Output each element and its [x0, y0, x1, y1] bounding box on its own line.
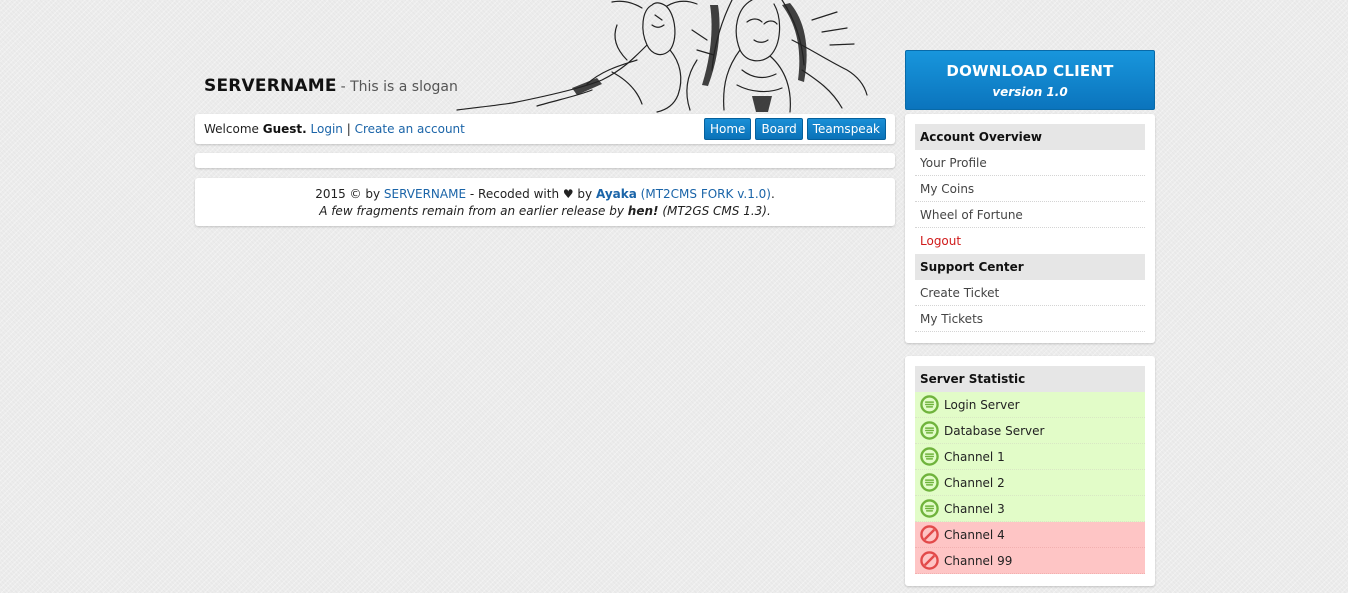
menu-logout[interactable]: Logout	[915, 228, 1145, 254]
server-statistic-heading: Server Statistic	[915, 366, 1145, 392]
author-link[interactable]: Ayaka (MT2CMS FORK v.1.0)	[596, 187, 771, 201]
menu-my-tickets[interactable]: My Tickets	[915, 306, 1145, 332]
fork-label: (MT2CMS FORK v.1.0)	[640, 187, 771, 201]
footer-line-2: A few fragments remain from an earlier r…	[195, 203, 895, 220]
online-status-icon	[920, 421, 939, 440]
header-artwork	[456, 0, 868, 113]
board-button[interactable]: Board	[755, 118, 803, 140]
footer-line-1: 2015 © by SERVERNAME - Recoded with ♥ by…	[195, 186, 895, 203]
fragments-author: hen!	[627, 204, 659, 218]
recoded-text: - Recoded with ♥ by	[469, 187, 593, 201]
menu-my-coins[interactable]: My Coins	[915, 176, 1145, 202]
online-status-icon	[920, 395, 939, 414]
server-status-row: Login Server	[915, 392, 1145, 418]
footer: 2015 © by SERVERNAME - Recoded with ♥ by…	[195, 178, 895, 226]
server-name: Channel 2	[944, 475, 1005, 490]
server-name: Channel 1	[944, 449, 1005, 464]
content-panel	[195, 153, 895, 168]
menu-your-profile[interactable]: Your Profile	[915, 150, 1145, 176]
site-slogan: - This is a slogan	[340, 79, 458, 95]
author-name: Ayaka	[595, 187, 637, 201]
download-version: version 1.0	[992, 85, 1068, 99]
end-period: .	[770, 187, 775, 201]
create-account-link[interactable]: Create an account	[355, 122, 465, 136]
server-name: Channel 3	[944, 501, 1005, 516]
separator: |	[346, 122, 351, 136]
server-list: Login Server Database Server Channel 1 Chan…	[915, 392, 1145, 574]
site-title: SERVERNAME - This is a slogan	[204, 76, 458, 96]
online-status-icon	[920, 447, 939, 466]
server-name: Channel 4	[944, 527, 1005, 542]
account-panel: Account Overview Your Profile My Coins W…	[905, 114, 1155, 343]
server-name: Database Server	[944, 423, 1045, 438]
home-button[interactable]: Home	[704, 118, 752, 140]
download-client-button[interactable]: DOWNLOAD CLIENT version 1.0	[905, 50, 1155, 110]
online-status-icon	[920, 499, 939, 518]
nav-buttons: Home Board Teamspeak	[704, 118, 886, 140]
server-status-row: Channel 3	[915, 496, 1145, 522]
teamspeak-button[interactable]: Teamspeak	[806, 118, 886, 140]
server-stats-panel: Server Statistic Login Server Database Se…	[905, 356, 1155, 586]
guest-label: Guest.	[262, 122, 307, 136]
menu-wheel-of-fortune[interactable]: Wheel of Fortune	[915, 202, 1145, 228]
menu-create-ticket[interactable]: Create Ticket	[915, 280, 1145, 306]
servername-link[interactable]: SERVERNAME	[384, 187, 466, 201]
server-status-row: Channel 1	[915, 444, 1145, 470]
fragments-text: A few fragments remain from an earlier r…	[319, 204, 624, 218]
server-status-row: Channel 4	[915, 522, 1145, 548]
server-name: Login Server	[944, 397, 1020, 412]
copyright-text: 2015 © by	[315, 187, 381, 201]
server-status-row: Channel 99	[915, 548, 1145, 574]
account-overview-heading: Account Overview	[915, 124, 1145, 150]
welcome-text: Welcome Guest. Login | Create an account	[204, 122, 465, 136]
offline-status-icon	[920, 525, 939, 544]
welcome-label: Welcome	[204, 122, 259, 136]
welcome-bar: Welcome Guest. Login | Create an account…	[195, 114, 895, 144]
online-status-icon	[920, 473, 939, 492]
support-center-heading: Support Center	[915, 254, 1145, 280]
server-name: Channel 99	[944, 553, 1013, 568]
server-status-row: Database Server	[915, 418, 1145, 444]
offline-status-icon	[920, 551, 939, 570]
site-name: SERVERNAME	[204, 76, 337, 96]
server-status-row: Channel 2	[915, 470, 1145, 496]
login-link[interactable]: Login	[311, 122, 343, 136]
fragments-version: (MT2GS CMS 1.3).	[662, 204, 771, 218]
download-title: DOWNLOAD CLIENT	[946, 62, 1114, 80]
